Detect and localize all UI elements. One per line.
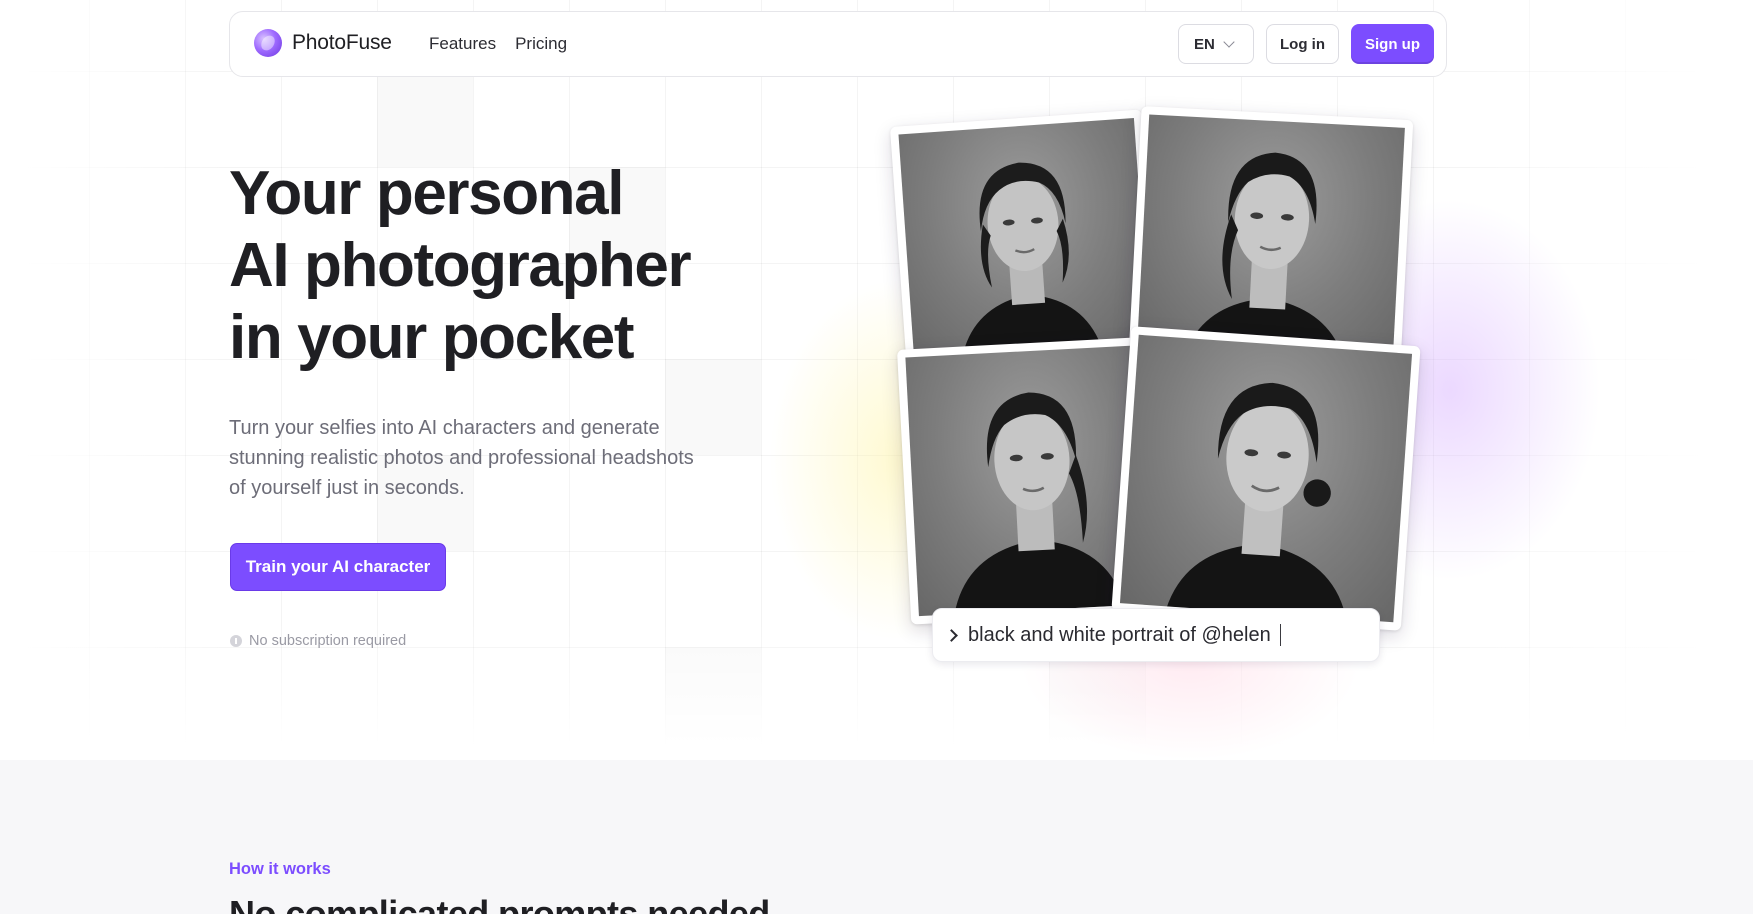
nav-links: Features Pricing	[429, 34, 567, 54]
portrait-photo-1	[889, 109, 1159, 367]
train-ai-character-button[interactable]: Train your AI character	[230, 543, 446, 591]
portrait-image	[1119, 334, 1413, 623]
photofuse-logo-icon	[254, 29, 282, 57]
no-subscription-text: No subscription required	[249, 633, 407, 649]
language-value: EN	[1194, 35, 1215, 53]
prompt-text: black and white portrait of @helen	[968, 623, 1271, 646]
info-icon	[230, 635, 242, 647]
how-it-works-section: How it works No complicated prompts need…	[0, 760, 1753, 914]
hero-title: Your personal AI photographer in your po…	[229, 158, 692, 374]
chevron-right-icon	[945, 628, 958, 642]
text-caret	[1279, 624, 1282, 646]
hero-title-line-1: Your personal	[229, 159, 624, 228]
login-button[interactable]: Log in	[1266, 24, 1339, 64]
hero-title-highlight-ai: AI	[229, 231, 290, 300]
how-it-works-eyebrow: How it works	[229, 860, 331, 878]
hero-title-line-3: in your pocket	[229, 303, 635, 372]
brand-name: PhotoFuse	[292, 31, 392, 54]
hero-title-line-2: AI photographer	[229, 230, 692, 302]
chevron-down-icon	[1223, 36, 1235, 48]
nav-link-pricing[interactable]: Pricing	[515, 34, 567, 54]
portrait-image	[1137, 114, 1405, 360]
hero-title-highlight-photographer: photographer	[304, 231, 692, 300]
language-select[interactable]: EN	[1178, 24, 1254, 64]
how-it-works-title: No complicated prompts needed	[229, 893, 770, 914]
prompt-input-preview: black and white portrait of @helen	[932, 608, 1380, 662]
portrait-image	[898, 118, 1150, 358]
no-subscription-note: No subscription required	[230, 633, 406, 649]
top-navbar: PhotoFuse Features Pricing EN Log in Sig…	[229, 11, 1447, 77]
hero-subtitle: Turn your selfies into AI characters and…	[229, 417, 694, 499]
portrait-photo-4	[1111, 326, 1421, 631]
brand-logo-link[interactable]: PhotoFuse	[254, 29, 392, 57]
nav-link-features[interactable]: Features	[429, 34, 496, 54]
signup-button[interactable]: Sign up	[1351, 24, 1434, 64]
